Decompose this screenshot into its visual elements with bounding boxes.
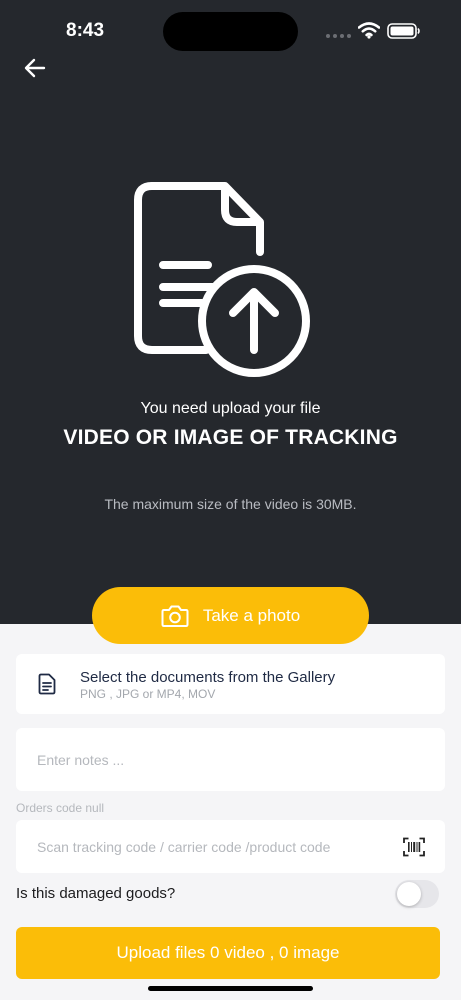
camera-icon bbox=[161, 605, 189, 627]
battery-icon bbox=[387, 23, 420, 39]
max-size-note: The maximum size of the video is 30MB. bbox=[104, 496, 357, 512]
wifi-icon bbox=[358, 22, 380, 39]
signal-dots-icon bbox=[326, 34, 352, 38]
take-photo-label: Take a photo bbox=[202, 605, 301, 625]
back-arrow-icon[interactable] bbox=[22, 55, 48, 81]
scan-code-card bbox=[16, 820, 445, 873]
upload-header-panel: 8:43 You need upload your file VIDEO OR … bbox=[0, 0, 461, 624]
take-photo-button[interactable]: Take a photo bbox=[92, 587, 369, 644]
damaged-goods-toggle[interactable] bbox=[395, 880, 439, 908]
document-icon bbox=[38, 673, 56, 695]
gallery-select-card[interactable]: Select the documents from the Gallery PN… bbox=[16, 654, 445, 714]
status-time: 8:43 bbox=[66, 20, 105, 41]
file-upload-illustration-icon bbox=[134, 182, 310, 377]
notes-card bbox=[16, 728, 445, 791]
home-indicator bbox=[148, 986, 313, 991]
gallery-title: Select the documents from the Gallery bbox=[80, 669, 336, 686]
upload-files-button[interactable]: Upload files 0 video , 0 image bbox=[16, 927, 440, 979]
scan-code-input[interactable] bbox=[37, 820, 397, 873]
upload-files-label: Upload files 0 video , 0 image bbox=[116, 943, 340, 962]
orders-code-label: Orders code null bbox=[16, 801, 105, 815]
status-bar: 8:43 bbox=[0, 0, 461, 60]
notes-input[interactable] bbox=[37, 728, 397, 791]
damaged-goods-label: Is this damaged goods? bbox=[16, 885, 176, 902]
dynamic-island bbox=[163, 12, 298, 51]
upload-title: VIDEO OR IMAGE OF TRACKING bbox=[63, 426, 398, 449]
barcode-icon[interactable] bbox=[403, 837, 425, 857]
upload-subtitle: You need upload your file bbox=[140, 400, 321, 417]
gallery-formats: PNG , JPG or MP4, MOV bbox=[80, 687, 216, 701]
toggle-knob bbox=[397, 882, 421, 906]
